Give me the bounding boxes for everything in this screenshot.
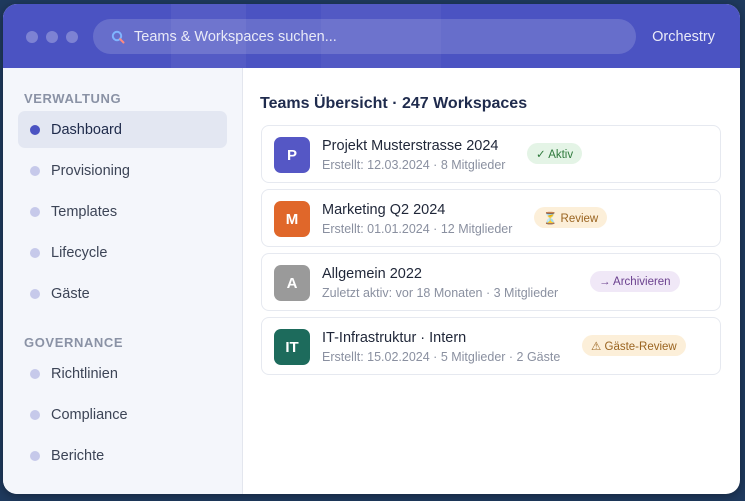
page-title: Teams Übersicht · 247 Workspaces [260,95,528,112]
sidebar-item-label: Compliance [51,406,128,423]
window-dot-icon[interactable] [26,31,38,43]
sidebar-item-lifecycle[interactable]: Lifecycle [18,234,227,271]
sidebar-item-templates[interactable]: Templates [18,193,227,230]
sidebar-item-gaeste[interactable]: Gäste [18,275,227,312]
workspace-title: Projekt Musterstrasse 2024 [322,138,499,154]
sidebar-section-title: GOVERNANCE [24,335,124,350]
app-window: Teams & Workspaces suchen... Orchestry V… [3,4,740,494]
main-content: Teams Übersicht · 247 Workspaces P Proje… [244,68,740,494]
sidebar-item-label: Lifecycle [51,244,108,261]
window-controls [26,31,78,43]
workspace-title: IT-Infrastruktur · Intern [322,330,467,346]
sidebar-item-label: Gäste [51,285,90,302]
sidebar-item-compliance[interactable]: Compliance [18,396,227,433]
dot-icon [30,288,40,299]
status-badge: ⏳ Review [534,207,608,228]
workspace-card[interactable]: M Marketing Q2 2024 Erstellt: 01.01.2024… [261,189,721,247]
search-input[interactable]: Teams & Workspaces suchen... [93,19,636,54]
sidebar-item-provisioning[interactable]: Provisioning [18,152,227,189]
sidebar: VERWALTUNG Dashboard Provisioning Templa… [3,68,243,494]
sidebar-item-label: Dashboard [51,121,122,138]
workspace-card[interactable]: IT IT-Infrastruktur · Intern Erstellt: 1… [261,317,721,375]
workspace-avatar: A [274,265,310,301]
workspace-avatar: M [274,201,310,237]
workspace-title: Allgemein 2022 [322,266,422,282]
workspace-card[interactable]: P Projekt Musterstrasse 2024 Erstellt: 1… [261,125,721,183]
workspace-avatar: P [274,137,310,173]
sidebar-item-richtlinien[interactable]: Richtlinien [18,355,227,392]
dot-icon [30,124,40,135]
status-badge: ✓ Aktiv [527,143,583,164]
sidebar-section-title: VERWALTUNG [24,91,122,106]
search-placeholder: Teams & Workspaces suchen... [134,28,337,45]
sidebar-item-label: Berichte [51,447,105,464]
brand-name: Orchestry [652,29,715,45]
dot-icon [30,368,40,379]
top-bar: Teams & Workspaces suchen... Orchestry [3,4,740,68]
workspace-subtitle: Erstellt: 12.03.2024 · 8 Mitglieder [322,158,506,172]
sidebar-item-label: Templates [51,203,118,220]
workspace-avatar: IT [274,329,310,365]
window-dot-icon[interactable] [66,31,78,43]
window-dot-icon[interactable] [46,31,58,43]
workspace-subtitle: Zuletzt aktiv: vor 18 Monaten · 3 Mitgli… [322,286,559,300]
workspace-title: Marketing Q2 2024 [322,202,446,218]
workspace-subtitle: Erstellt: 01.01.2024 · 12 Mitglieder [322,222,513,236]
archive-badge[interactable]: → Archivieren [590,271,680,292]
sidebar-item-label: Richtlinien [51,365,118,382]
status-badge: ⚠ Gäste-Review [582,335,686,356]
dot-icon [30,206,40,217]
search-icon [111,30,125,43]
sidebar-item-berichte[interactable]: Berichte [18,437,227,474]
workspace-subtitle: Erstellt: 15.02.2024 · 5 Mitglieder · 2 … [322,350,561,364]
sidebar-item-dashboard[interactable]: Dashboard [18,111,227,148]
dot-icon [30,450,40,461]
dot-icon [30,247,40,258]
sidebar-item-label: Provisioning [51,162,130,179]
dot-icon [30,409,40,420]
dot-icon [30,165,40,176]
workspace-card[interactable]: A Allgemein 2022 Zuletzt aktiv: vor 18 M… [261,253,721,311]
